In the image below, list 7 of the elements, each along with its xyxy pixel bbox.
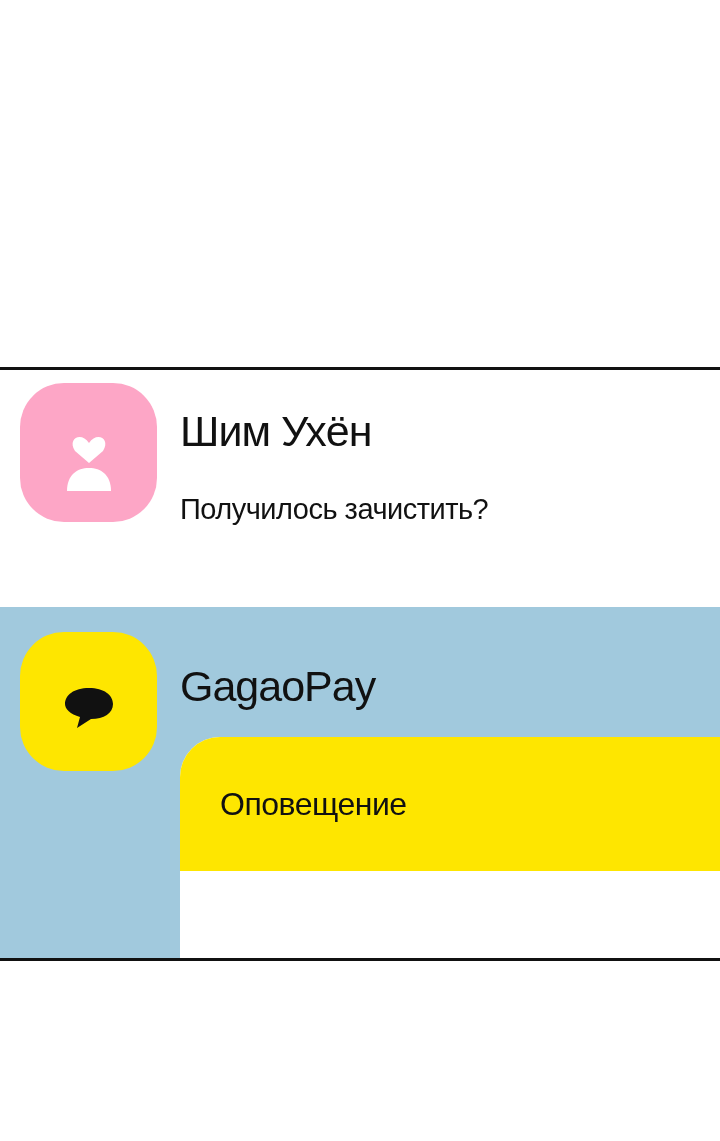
person-icon bbox=[66, 436, 111, 491]
contact-name: GagaoPay bbox=[180, 662, 377, 711]
card-title: Оповещение bbox=[220, 785, 407, 823]
speech-bubble-icon bbox=[64, 687, 113, 728]
contact-name: Шим Ухён bbox=[180, 407, 373, 456]
message-preview: Получилось зачистить? bbox=[180, 493, 490, 526]
chat-row[interactable]: GagaoPay Оповещение bbox=[0, 607, 720, 958]
